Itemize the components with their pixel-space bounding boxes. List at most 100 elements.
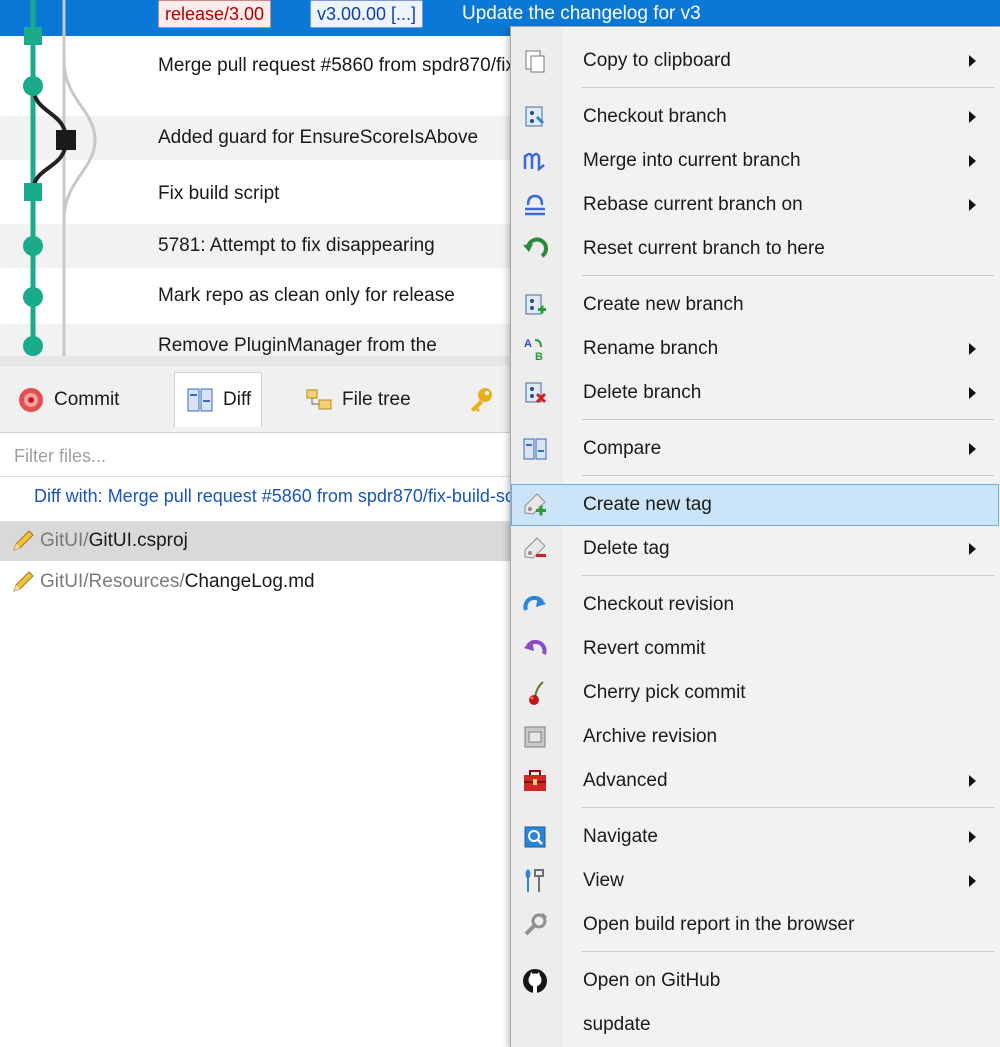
submenu-arrow-icon	[969, 199, 976, 211]
menu-item-rename-branch[interactable]: AB Rename branch	[512, 329, 998, 369]
tab-label: Diff	[223, 389, 252, 410]
menu-item-label: Reset current branch to here	[583, 238, 825, 259]
menu-item-label: Open build report in the browser	[583, 914, 855, 935]
view-icon	[521, 867, 549, 895]
submenu-arrow-icon	[969, 387, 976, 399]
tab-commit[interactable]: Commit	[16, 380, 119, 420]
graph-lanes	[23, 0, 97, 362]
commit-node	[56, 130, 76, 150]
tab-gpg[interactable]	[466, 380, 504, 420]
menu-item-create-new-branch[interactable]: Create new branch	[512, 285, 998, 325]
menu-separator	[582, 575, 994, 576]
commit-icon	[16, 385, 46, 415]
menu-item-label: Rename branch	[583, 338, 719, 359]
submenu-arrow-icon	[969, 55, 976, 67]
menu-item-revert-commit[interactable]: Revert commit	[512, 629, 998, 669]
commit-message: Added guard for EnsureScoreIsAbove	[158, 127, 479, 148]
menu-item-label: Copy to clipboard	[583, 50, 731, 71]
menu-item-open-build-report[interactable]: Open build report in the browser	[512, 905, 998, 945]
revision-context-menu: Copy to clipboard Checkout branch Merge …	[510, 26, 1000, 1047]
delete-branch-icon	[521, 379, 549, 407]
navigate-icon	[521, 823, 549, 851]
file-dir: GitUI/Resources/	[40, 571, 185, 592]
commit-message: Update the changelog for v3	[462, 3, 701, 24]
commit-message: Remove PluginManager from the	[158, 335, 437, 356]
menu-item-advanced[interactable]: Advanced	[512, 761, 998, 801]
menu-separator	[582, 475, 994, 476]
menu-separator	[582, 87, 994, 88]
menu-item-supdate[interactable]: supdate	[512, 1005, 998, 1045]
compare-icon	[521, 435, 549, 463]
menu-separator	[582, 951, 994, 952]
cherry-icon	[521, 679, 549, 707]
archive-icon	[521, 723, 549, 751]
submenu-arrow-icon	[969, 111, 976, 123]
diff-with-header: Diff with: Merge pull request #5860 from…	[34, 486, 539, 506]
menu-item-open-on-github[interactable]: Open on GitHub	[512, 961, 998, 1001]
github-icon	[521, 967, 549, 995]
menu-item-label: supdate	[583, 1014, 651, 1035]
menu-item-rebase-current-branch-on[interactable]: Rebase current branch on	[512, 185, 998, 225]
menu-item-compare[interactable]: Compare	[512, 429, 998, 469]
submenu-arrow-icon	[969, 443, 976, 455]
tab-label: File tree	[342, 389, 411, 410]
menu-item-delete-tag[interactable]: Delete tag	[512, 529, 998, 569]
revert-icon	[521, 635, 549, 663]
menu-item-copy-to-clipboard[interactable]: Copy to clipboard	[512, 41, 998, 81]
menu-item-label: Checkout revision	[583, 594, 735, 615]
menu-item-label: Checkout branch	[583, 106, 727, 127]
menu-item-label: Rebase current branch on	[583, 194, 803, 215]
file-dir: GitUI/	[40, 530, 89, 551]
menu-item-label: Cherry pick commit	[583, 682, 746, 703]
menu-item-label: Merge into current branch	[583, 150, 801, 171]
branch-badge[interactable]: release/3.00	[158, 0, 272, 28]
menu-item-label: Archive revision	[583, 726, 718, 747]
menu-separator	[582, 275, 994, 276]
menu-item-label: Revert commit	[583, 638, 706, 659]
menu-item-navigate[interactable]: Navigate	[512, 817, 998, 857]
menu-item-checkout-branch[interactable]: Checkout branch	[512, 97, 998, 137]
commit-node	[24, 27, 42, 45]
menu-item-archive-revision[interactable]: Archive revision	[512, 717, 998, 757]
toolbox-icon	[521, 767, 549, 795]
tag-badge[interactable]: v3.00.00 [...]	[310, 0, 424, 28]
menu-item-label: Advanced	[583, 770, 668, 791]
menu-item-label: Delete tag	[583, 538, 670, 559]
menu-separator	[582, 419, 994, 420]
filter-files-input[interactable]	[12, 440, 496, 472]
menu-item-create-new-tag[interactable]: Create new tag	[511, 484, 999, 526]
delete-tag-icon	[521, 535, 549, 563]
menu-separator	[582, 807, 994, 808]
commit-node	[23, 76, 43, 96]
submenu-arrow-icon	[969, 875, 976, 887]
menu-item-delete-branch[interactable]: Delete branch	[512, 373, 998, 413]
submenu-arrow-icon	[969, 155, 976, 167]
modified-file-icon	[13, 530, 34, 551]
menu-item-reset-current-branch[interactable]: Reset current branch to here	[512, 229, 998, 269]
build-report-icon	[521, 911, 549, 939]
submenu-arrow-icon	[969, 831, 976, 843]
svg-text:A: A	[524, 338, 532, 350]
rebase-icon	[521, 191, 549, 219]
tab-diff[interactable]: Diff	[174, 372, 263, 427]
submenu-arrow-icon	[969, 543, 976, 555]
commit-node	[23, 236, 43, 256]
commit-node	[23, 287, 43, 307]
menu-item-label: Delete branch	[583, 382, 702, 403]
file-tree-icon	[304, 385, 334, 415]
menu-item-label: Create new branch	[583, 294, 744, 315]
menu-item-view[interactable]: View	[512, 861, 998, 901]
submenu-arrow-icon	[969, 775, 976, 787]
menu-item-merge-into-current-branch[interactable]: Merge into current branch	[512, 141, 998, 181]
commit-message: 5781: Attempt to fix disappearing	[158, 235, 435, 256]
checkout-revision-icon	[521, 591, 549, 619]
menu-item-label: Compare	[583, 438, 662, 459]
menu-item-checkout-revision[interactable]: Checkout revision	[512, 585, 998, 625]
commit-node	[24, 183, 42, 201]
tab-label: Commit	[54, 389, 120, 410]
submenu-arrow-icon	[969, 343, 976, 355]
tab-file-tree[interactable]: File tree	[304, 380, 411, 420]
modified-file-icon	[13, 571, 34, 592]
menu-item-cherry-pick-commit[interactable]: Cherry pick commit	[512, 673, 998, 713]
new-tag-icon	[521, 491, 549, 519]
